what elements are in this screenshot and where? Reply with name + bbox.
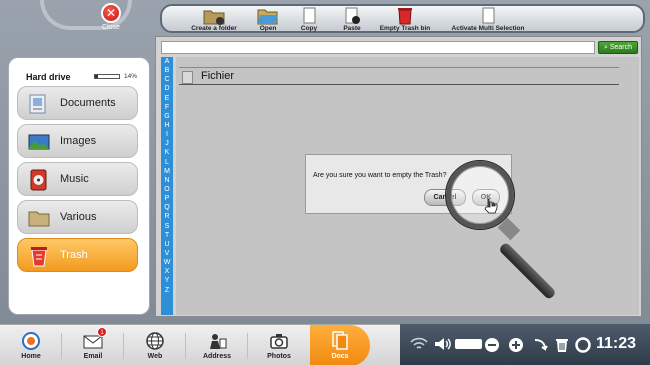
alphabet-letter-e[interactable]: E (161, 94, 173, 103)
back-arrow-icon[interactable] (532, 337, 548, 357)
alphabet-index: ABCDEFGHIJKLMNOPQRSTUVWXYZ (161, 57, 173, 315)
taskbar-address[interactable]: Address (186, 325, 248, 365)
alphabet-letter-j[interactable]: J (161, 139, 173, 148)
folder-icon (28, 207, 50, 229)
file-icon (182, 71, 193, 84)
sidebar-item-music[interactable]: Music (17, 162, 138, 196)
hand-cursor-icon (484, 198, 498, 214)
hard-drive-usage-fill (95, 75, 99, 78)
open-button[interactable]: Open (250, 6, 286, 33)
paste-icon (341, 7, 363, 25)
alphabet-letter-l[interactable]: L (161, 158, 173, 167)
toolbar: Create a folder Open Copy Paste Empty Tr… (160, 4, 645, 33)
alphabet-letter-r[interactable]: R (161, 212, 173, 221)
create-folder-button[interactable]: Create a folder (188, 6, 240, 33)
folder-title: Fichier (201, 70, 235, 82)
help-lifebuoy-icon[interactable] (575, 337, 591, 357)
sidebar-item-images[interactable]: Images (17, 124, 138, 158)
dialog-message: Are you sure you want to empty the Trash… (313, 172, 447, 179)
sidebar-item-various[interactable]: Various (17, 200, 138, 234)
alphabet-letter-z[interactable]: Z (161, 286, 173, 295)
hard-drive-label: Hard drive (26, 72, 71, 82)
trash-bin-icon (394, 7, 416, 25)
wifi-icon (410, 337, 428, 355)
alphabet-letter-h[interactable]: H (161, 121, 173, 130)
alphabet-letter-u[interactable]: U (161, 240, 173, 249)
hard-drive-usage-bar (94, 74, 120, 79)
volume-icon[interactable] (434, 337, 452, 355)
folder-open-icon (257, 7, 279, 25)
taskbar-web[interactable]: Web (124, 325, 186, 365)
empty-trash-button[interactable]: Empty Trash bin (378, 6, 432, 33)
envelope-icon: 1 (83, 327, 107, 351)
alphabet-letter-t[interactable]: T (161, 231, 173, 240)
alphabet-letter-s[interactable]: S (161, 222, 173, 231)
documents-icon (330, 331, 350, 351)
copy-button[interactable]: Copy (292, 6, 326, 33)
paste-button[interactable]: Paste (334, 6, 370, 33)
alphabet-letter-m[interactable]: M (161, 167, 173, 176)
volume-up-icon[interactable] (508, 337, 524, 357)
alphabet-letter-o[interactable]: O (161, 185, 173, 194)
alphabet-letter-a[interactable]: A (161, 57, 173, 66)
volume-level-bar[interactable] (455, 337, 483, 355)
alphabet-letter-v[interactable]: V (161, 249, 173, 258)
trash-icon[interactable] (554, 337, 570, 357)
alphabet-letter-p[interactable]: P (161, 194, 173, 203)
activate-multi-selection-button[interactable]: Activate Multi Selection (450, 6, 526, 33)
contacts-icon (207, 331, 227, 351)
trash-icon (28, 245, 50, 267)
sidebar-item-documents[interactable]: Documents (17, 86, 138, 120)
taskbar-home[interactable]: Home (0, 325, 62, 365)
close-label: Close (102, 24, 120, 31)
home-icon (21, 331, 41, 351)
taskbar-photos[interactable]: Photos (248, 325, 310, 365)
alphabet-letter-q[interactable]: Q (161, 203, 173, 212)
alphabet-letter-i[interactable]: I (161, 130, 173, 139)
alphabet-letter-c[interactable]: C (161, 75, 173, 84)
taskbar-docs[interactable]: Docs (310, 325, 370, 365)
search-button[interactable]: ⌕ Search (598, 41, 638, 54)
taskbar-email[interactable]: 1 Email (62, 325, 124, 365)
alphabet-letter-k[interactable]: K (161, 148, 173, 157)
alphabet-letter-f[interactable]: F (161, 103, 173, 112)
alphabet-letter-g[interactable]: G (161, 112, 173, 121)
alphabet-letter-x[interactable]: X (161, 267, 173, 276)
multi-select-icon (477, 7, 499, 25)
search-icon: ⌕ (603, 44, 608, 51)
documents-icon (28, 93, 50, 115)
email-unread-badge: 1 (97, 327, 107, 337)
copy-icon (298, 7, 320, 25)
magnifier-lens-icon (446, 161, 514, 229)
alphabet-letter-d[interactable]: D (161, 84, 173, 93)
alphabet-letter-n[interactable]: N (161, 176, 173, 185)
folder-add-icon (203, 7, 225, 25)
search-input[interactable] (161, 41, 595, 54)
alphabet-letter-y[interactable]: Y (161, 276, 173, 285)
current-folder-row[interactable]: Fichier (179, 67, 619, 85)
close-icon: ✕ (101, 3, 121, 23)
images-icon (28, 131, 50, 153)
system-status-area: 11:23 (400, 324, 650, 365)
camera-icon (269, 331, 289, 351)
volume-down-icon[interactable] (484, 337, 500, 357)
sidebar: Hard drive 14% Documents Images Music Va… (8, 57, 150, 315)
clock: 11:23 (596, 335, 637, 352)
alphabet-letter-w[interactable]: W (161, 258, 173, 267)
alphabet-letter-b[interactable]: B (161, 66, 173, 75)
close-button[interactable]: ✕ Close (98, 3, 124, 31)
hard-drive-usage-percent: 14% (124, 73, 138, 80)
globe-icon (145, 331, 165, 351)
music-icon (28, 169, 50, 191)
sidebar-item-trash[interactable]: Trash (17, 238, 138, 272)
